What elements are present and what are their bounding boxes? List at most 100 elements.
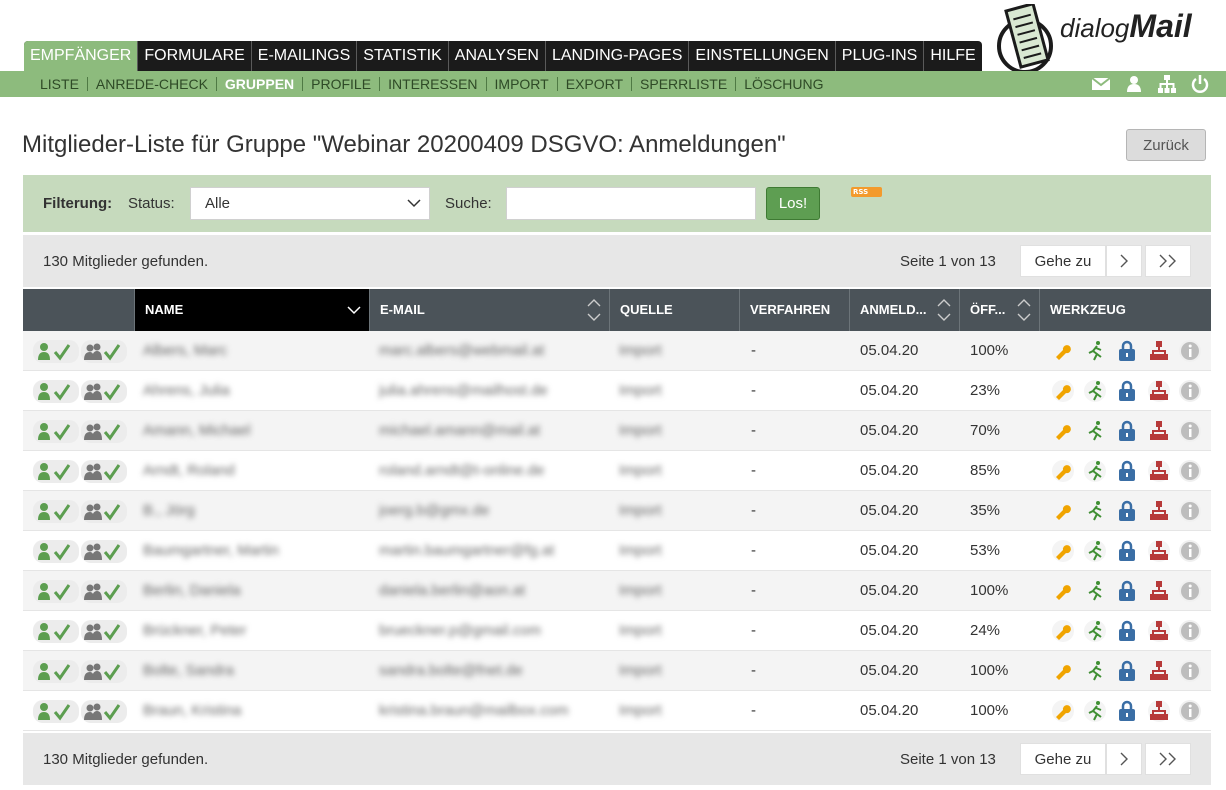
subnav-import[interactable]: IMPORT bbox=[487, 77, 558, 91]
sitemap-icon[interactable] bbox=[1157, 74, 1177, 94]
next-page-button[interactable] bbox=[1106, 245, 1142, 277]
cell-name[interactable]: Brückner, Peter bbox=[143, 611, 363, 651]
table-row[interactable]: Ahrens, Julia julia.ahrens@mailhost.de Imp… bbox=[23, 371, 1211, 411]
tab-landing-pages[interactable]: LANDING-PAGES bbox=[546, 41, 690, 71]
table-row[interactable]: Arndt, Roland roland.arndt@t-online.de Imp… bbox=[23, 451, 1211, 491]
sort-both-icon bbox=[1017, 299, 1031, 321]
group-status-icon[interactable] bbox=[81, 340, 127, 363]
subnav-export[interactable]: EXPORT bbox=[558, 77, 633, 91]
tab-e-mailings[interactable]: E-MAILINGS bbox=[252, 41, 358, 71]
group-status-icon[interactable] bbox=[81, 620, 127, 643]
subscribe-status-icon[interactable] bbox=[33, 460, 79, 483]
tab-analysen[interactable]: ANALYSEN bbox=[449, 41, 546, 71]
cell-signup-date: 05.04.20 bbox=[860, 342, 919, 359]
cell-name[interactable]: Albers, Marc bbox=[143, 331, 363, 371]
search-go-button[interactable]: Los! bbox=[766, 187, 820, 220]
group-status-icon[interactable] bbox=[81, 660, 127, 683]
group-status-icon[interactable] bbox=[81, 500, 127, 523]
column-header-oeffnung[interactable]: ÖFF... bbox=[959, 289, 1039, 331]
subscribe-status-icon[interactable] bbox=[33, 660, 79, 683]
table-row[interactable]: Amann, Michael michael.amann@mail.at Impor… bbox=[23, 411, 1211, 451]
column-header-name[interactable]: NAME bbox=[134, 289, 369, 331]
table-row[interactable]: Baumgartner, Martin martin.baumgartner@fg… bbox=[23, 531, 1211, 571]
cell-name[interactable]: Braun, Kristina bbox=[143, 691, 363, 731]
cell-name[interactable]: Baumgartner, Martin bbox=[143, 531, 363, 571]
subnav-sperrliste[interactable]: SPERRLISTE bbox=[632, 77, 737, 91]
user-icon[interactable] bbox=[1124, 74, 1144, 94]
subscribe-status-icon[interactable] bbox=[33, 540, 79, 563]
cell-email[interactable]: roland.arndt@t-online.de bbox=[379, 451, 609, 491]
cell-open-rate: 23% bbox=[970, 382, 1001, 399]
subnav-interessen[interactable]: INTERESSEN bbox=[380, 77, 487, 91]
envelope-icon[interactable] bbox=[1091, 74, 1111, 94]
column-header-email[interactable]: E-MAIL bbox=[369, 289, 609, 331]
cell-name[interactable]: B., Jörg bbox=[143, 491, 363, 531]
table-row[interactable]: Berlin, Daniela daniela.berlin@aon.at Impo… bbox=[23, 571, 1211, 611]
status-select[interactable]: Alle bbox=[190, 187, 430, 220]
column-header-quelle[interactable]: QUELLE bbox=[609, 289, 739, 331]
cell-email[interactable]: martin.baumgartner@fg.at bbox=[379, 531, 609, 571]
last-page-button[interactable] bbox=[1145, 743, 1191, 775]
cell-open-rate: 85% bbox=[970, 462, 1001, 479]
subscribe-status-icon[interactable] bbox=[33, 380, 79, 403]
tab-statistik[interactable]: STATISTIK bbox=[357, 41, 449, 71]
cell-email[interactable]: daniela.berlin@aon.at bbox=[379, 571, 609, 611]
subscribe-status-icon[interactable] bbox=[33, 700, 79, 723]
cell-method: - bbox=[751, 502, 756, 519]
table-row[interactable]: Bolte, Sandra sandra.bolte@fnet.de Import -… bbox=[23, 651, 1211, 691]
table-row[interactable]: Braun, Kristina kristina.braun@mailbox.co… bbox=[23, 691, 1211, 731]
cell-open-rate: 24% bbox=[970, 622, 1001, 639]
cell-name[interactable]: Ahrens, Julia bbox=[143, 371, 363, 411]
subscribe-status-icon[interactable] bbox=[33, 340, 79, 363]
group-status-icon[interactable] bbox=[81, 540, 127, 563]
subscribe-status-icon[interactable] bbox=[33, 420, 79, 443]
goto-button[interactable]: Gehe zu bbox=[1020, 743, 1106, 775]
cell-email[interactable]: joerg.b@gmx.de bbox=[379, 491, 609, 531]
tab-einstellungen[interactable]: EINSTELLUNGEN bbox=[689, 41, 836, 71]
subnav-profile[interactable]: PROFILE bbox=[303, 77, 381, 91]
cell-email[interactable]: marc.albers@webmail.at bbox=[379, 331, 609, 371]
tab-plug-ins[interactable]: PLUG-INS bbox=[836, 41, 925, 71]
subnav-anrede-check[interactable]: ANREDE-CHECK bbox=[88, 77, 217, 91]
cell-name[interactable]: Arndt, Roland bbox=[143, 451, 363, 491]
chevron-right-icon bbox=[1120, 752, 1128, 766]
cell-email[interactable]: kristina.braun@mailbox.com bbox=[379, 691, 609, 731]
tab-empfaenger[interactable]: EMPFÄNGER bbox=[24, 41, 139, 71]
subnav-gruppen[interactable]: GRUPPEN bbox=[217, 77, 304, 91]
cell-name[interactable]: Amann, Michael bbox=[143, 411, 363, 451]
next-page-button[interactable] bbox=[1106, 743, 1142, 775]
subnav-liste[interactable]: LISTE bbox=[32, 77, 88, 91]
subscribe-status-icon[interactable] bbox=[33, 500, 79, 523]
cell-name[interactable]: Berlin, Daniela bbox=[143, 571, 363, 611]
table-row[interactable]: Brückner, Peter brueckner.p@gmail.com Impo… bbox=[23, 611, 1211, 651]
group-status-icon[interactable] bbox=[81, 580, 127, 603]
power-icon[interactable] bbox=[1190, 74, 1210, 94]
table-row[interactable]: Albers, Marc marc.albers@webmail.at Import… bbox=[23, 331, 1211, 371]
double-chevron-right-icon bbox=[1159, 752, 1176, 766]
last-page-button[interactable] bbox=[1145, 245, 1191, 277]
table-row[interactable]: B., Jörg joerg.b@gmx.de Import - 05.04.20 35% bbox=[23, 491, 1211, 531]
cell-email[interactable]: sandra.bolte@fnet.de bbox=[379, 651, 609, 691]
column-header-verfahren[interactable]: VERFAHREN bbox=[739, 289, 849, 331]
rss-icon[interactable]: RSS bbox=[851, 187, 882, 197]
tab-hilfe[interactable]: HILFE bbox=[924, 41, 981, 71]
chevron-right-icon bbox=[1120, 254, 1128, 268]
cell-method: - bbox=[751, 382, 756, 399]
cell-email[interactable]: brueckner.p@gmail.com bbox=[379, 611, 609, 651]
subscribe-status-icon[interactable] bbox=[33, 620, 79, 643]
group-status-icon[interactable] bbox=[81, 380, 127, 403]
column-header-anmeldung[interactable]: ANMELD... bbox=[849, 289, 959, 331]
subnav-loeschung[interactable]: LÖSCHUNG bbox=[736, 77, 831, 91]
cell-email[interactable]: michael.amann@mail.at bbox=[379, 411, 609, 451]
goto-button[interactable]: Gehe zu bbox=[1020, 245, 1106, 277]
cell-email[interactable]: julia.ahrens@mailhost.de bbox=[379, 371, 609, 411]
dialogmail-logo[interactable]: dialogMail eMarketing Systems bbox=[994, 4, 1224, 74]
group-status-icon[interactable] bbox=[81, 420, 127, 443]
group-status-icon[interactable] bbox=[81, 460, 127, 483]
tab-formulare[interactable]: FORMULARE bbox=[138, 41, 252, 71]
group-status-icon[interactable] bbox=[81, 700, 127, 723]
subscribe-status-icon[interactable] bbox=[33, 580, 79, 603]
search-input[interactable] bbox=[506, 187, 756, 220]
back-button[interactable]: Zurück bbox=[1126, 129, 1206, 161]
cell-name[interactable]: Bolte, Sandra bbox=[143, 651, 363, 691]
